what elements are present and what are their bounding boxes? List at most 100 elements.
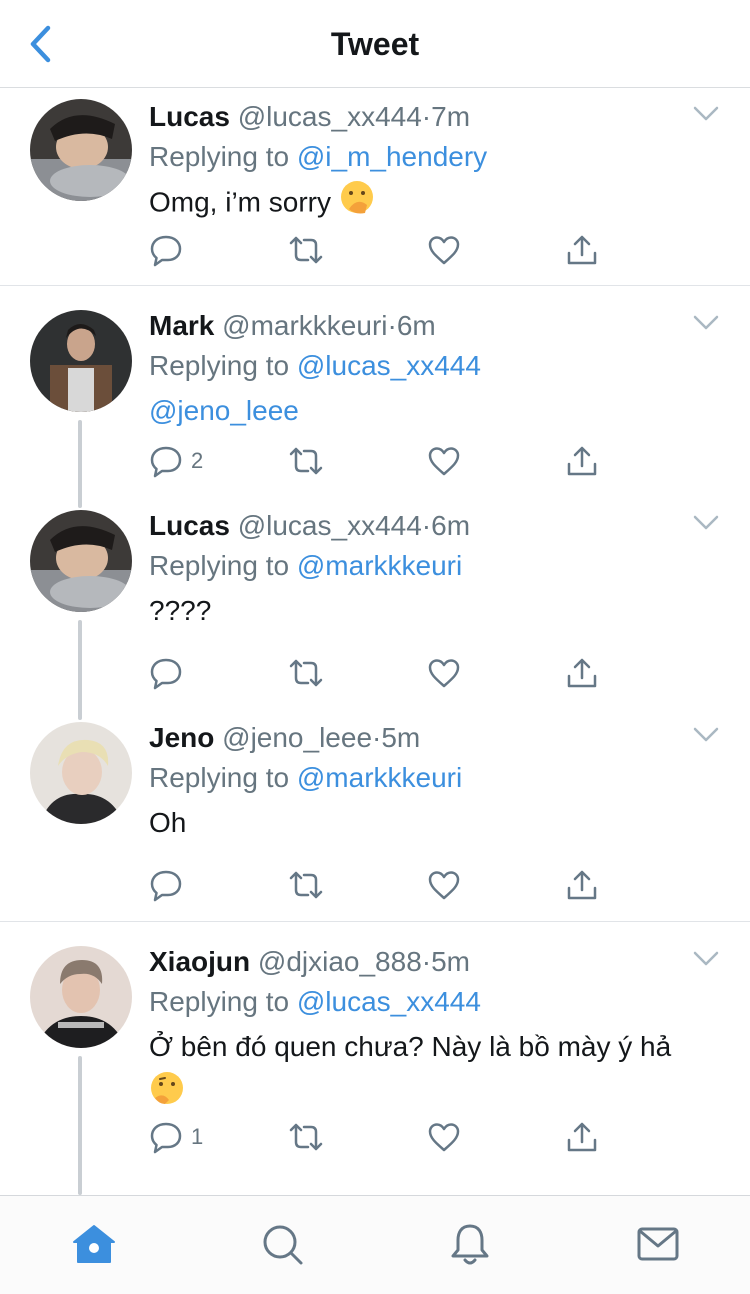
heart-icon (428, 659, 460, 688)
share-icon (567, 870, 597, 900)
tab-notifications[interactable] (446, 1220, 494, 1268)
reply-icon (150, 1122, 182, 1154)
reply-mention-link[interactable]: @lucas_xx444 (297, 350, 481, 381)
tweet-meta: Mark @markkkeuri·6m (149, 306, 730, 346)
chevron-down-icon[interactable] (692, 726, 720, 744)
like-button[interactable] (427, 230, 461, 270)
tweet-meta: Jeno @jeno_leee·5m (149, 718, 730, 758)
share-button[interactable] (565, 653, 599, 693)
reply-mention-link[interactable]: @lucas_xx444 (297, 986, 481, 1017)
thread-connector-line (78, 620, 82, 720)
display-name[interactable]: Mark (149, 310, 214, 341)
replying-to: Replying to @markkkeuri (149, 546, 730, 586)
reply-count: 2 (191, 448, 204, 473)
reply-icon (150, 870, 182, 902)
handle[interactable]: @markkkeuri (222, 310, 387, 341)
tweet-text: @jeno_leee (149, 388, 730, 434)
retweet-button[interactable] (287, 653, 325, 693)
tweet-meta: Xiaojun @djxiao_888·5m (149, 942, 730, 982)
chevron-down-icon[interactable] (692, 314, 720, 332)
retweet-icon (289, 447, 323, 475)
share-button[interactable] (565, 230, 599, 270)
share-icon (567, 1122, 597, 1152)
tweet-text-body: Ở bên đó quen chưa? Này là bồ mày ý hả (149, 1031, 672, 1062)
like-button[interactable] (427, 1117, 461, 1157)
reply-button[interactable] (149, 230, 191, 270)
share-button[interactable] (565, 865, 599, 905)
tweet[interactable]: Lucas @lucas_xx444·7m Replying to @i_m_h… (0, 89, 750, 286)
like-button[interactable] (427, 865, 461, 905)
display-name[interactable]: Lucas (149, 510, 230, 541)
chevron-down-icon[interactable] (692, 950, 720, 968)
display-name[interactable]: Jeno (149, 722, 214, 753)
separator-dot: · (421, 946, 432, 977)
tweet-text-body: Omg, i’m sorry (149, 186, 331, 218)
retweet-icon (289, 659, 323, 687)
separator-dot: · (387, 310, 397, 341)
like-button[interactable] (427, 441, 461, 481)
retweet-button[interactable] (287, 1117, 325, 1157)
tab-messages[interactable] (634, 1220, 682, 1268)
avatar-lucas[interactable] (30, 510, 132, 612)
tweet-text: Oh (149, 807, 187, 838)
like-button[interactable] (427, 653, 461, 693)
share-button[interactable] (565, 1117, 599, 1157)
chevron-down-icon[interactable] (692, 105, 720, 123)
heart-icon (428, 1123, 460, 1152)
share-icon (567, 235, 597, 265)
handle[interactable]: @jeno_leee (222, 722, 372, 753)
reply-button[interactable]: 2 (149, 441, 203, 481)
reply-button[interactable] (149, 653, 191, 693)
tweet-meta: Lucas @lucas_xx444·7m (149, 97, 730, 137)
share-button[interactable] (565, 441, 599, 481)
replying-to-label: Replying to (149, 350, 290, 381)
retweet-button[interactable] (287, 230, 325, 270)
tweet-text: Ở bên đó quen chưa? Này là bồ mày ý hả (149, 1024, 730, 1120)
search-icon (263, 1225, 303, 1265)
tab-home[interactable] (70, 1220, 118, 1268)
retweet-button[interactable] (287, 865, 325, 905)
reply-button[interactable]: 1 (149, 1117, 203, 1157)
tweet-actions: 1 (149, 1117, 609, 1157)
share-icon (567, 446, 597, 476)
avatar-mark[interactable] (30, 310, 132, 412)
avatar-lucas[interactable] (30, 99, 132, 201)
timestamp: 6m (396, 310, 436, 341)
reply-mention-link[interactable]: @markkkeuri (297, 550, 462, 581)
replying-to: Replying to @markkkeuri (149, 758, 730, 798)
reply-mention-link[interactable]: @markkkeuri (297, 762, 462, 793)
handle[interactable]: @lucas_xx444 (238, 510, 422, 541)
handle[interactable]: @djxiao_888 (258, 946, 422, 977)
replying-to: Replying to @lucas_xx444 (149, 982, 730, 1022)
tweet-actions (149, 230, 609, 270)
reply-icon (150, 658, 182, 690)
reply-button[interactable] (149, 865, 191, 905)
handle[interactable]: @lucas_xx444 (238, 101, 422, 132)
tweet-actions: 2 (149, 441, 609, 481)
avatar-xiaojun[interactable] (30, 946, 132, 1048)
reply-mention-link[interactable]: @i_m_hendery (297, 141, 487, 172)
reply-count: 1 (191, 1124, 204, 1149)
reply-icon (150, 235, 182, 267)
display-name[interactable]: Lucas (149, 101, 230, 132)
tweet[interactable]: Xiaojun @djxiao_888·5m Replying to @luca… (0, 922, 750, 1195)
separator-dot: · (421, 101, 432, 132)
chevron-down-icon[interactable] (692, 514, 720, 532)
tweet-thread[interactable]: Lucas @lucas_xx444·7m Replying to @i_m_h… (0, 89, 750, 1195)
tweet[interactable]: Lucas @lucas_xx444·6m Replying to @markk… (0, 498, 750, 720)
replying-to-label: Replying to (149, 762, 290, 793)
timestamp: 7m (431, 101, 471, 132)
tweet[interactable]: Jeno @jeno_leee·5m Replying to @markkkeu… (0, 710, 750, 922)
mention-link[interactable]: @jeno_leee (149, 395, 299, 426)
notifications-icon (451, 1224, 489, 1265)
tweet-text: ???? (149, 595, 212, 626)
avatar-jeno[interactable] (30, 722, 132, 824)
retweet-button[interactable] (287, 441, 325, 481)
thread-connector-line (78, 1056, 82, 1195)
heart-icon (428, 871, 460, 900)
display-name[interactable]: Xiaojun (149, 946, 250, 977)
separator-dot: · (421, 510, 432, 541)
tab-search[interactable] (258, 1220, 306, 1268)
timestamp: 5m (381, 722, 421, 753)
tweet[interactable]: Mark @markkkeuri·6m Replying to @lucas_x… (0, 286, 750, 508)
